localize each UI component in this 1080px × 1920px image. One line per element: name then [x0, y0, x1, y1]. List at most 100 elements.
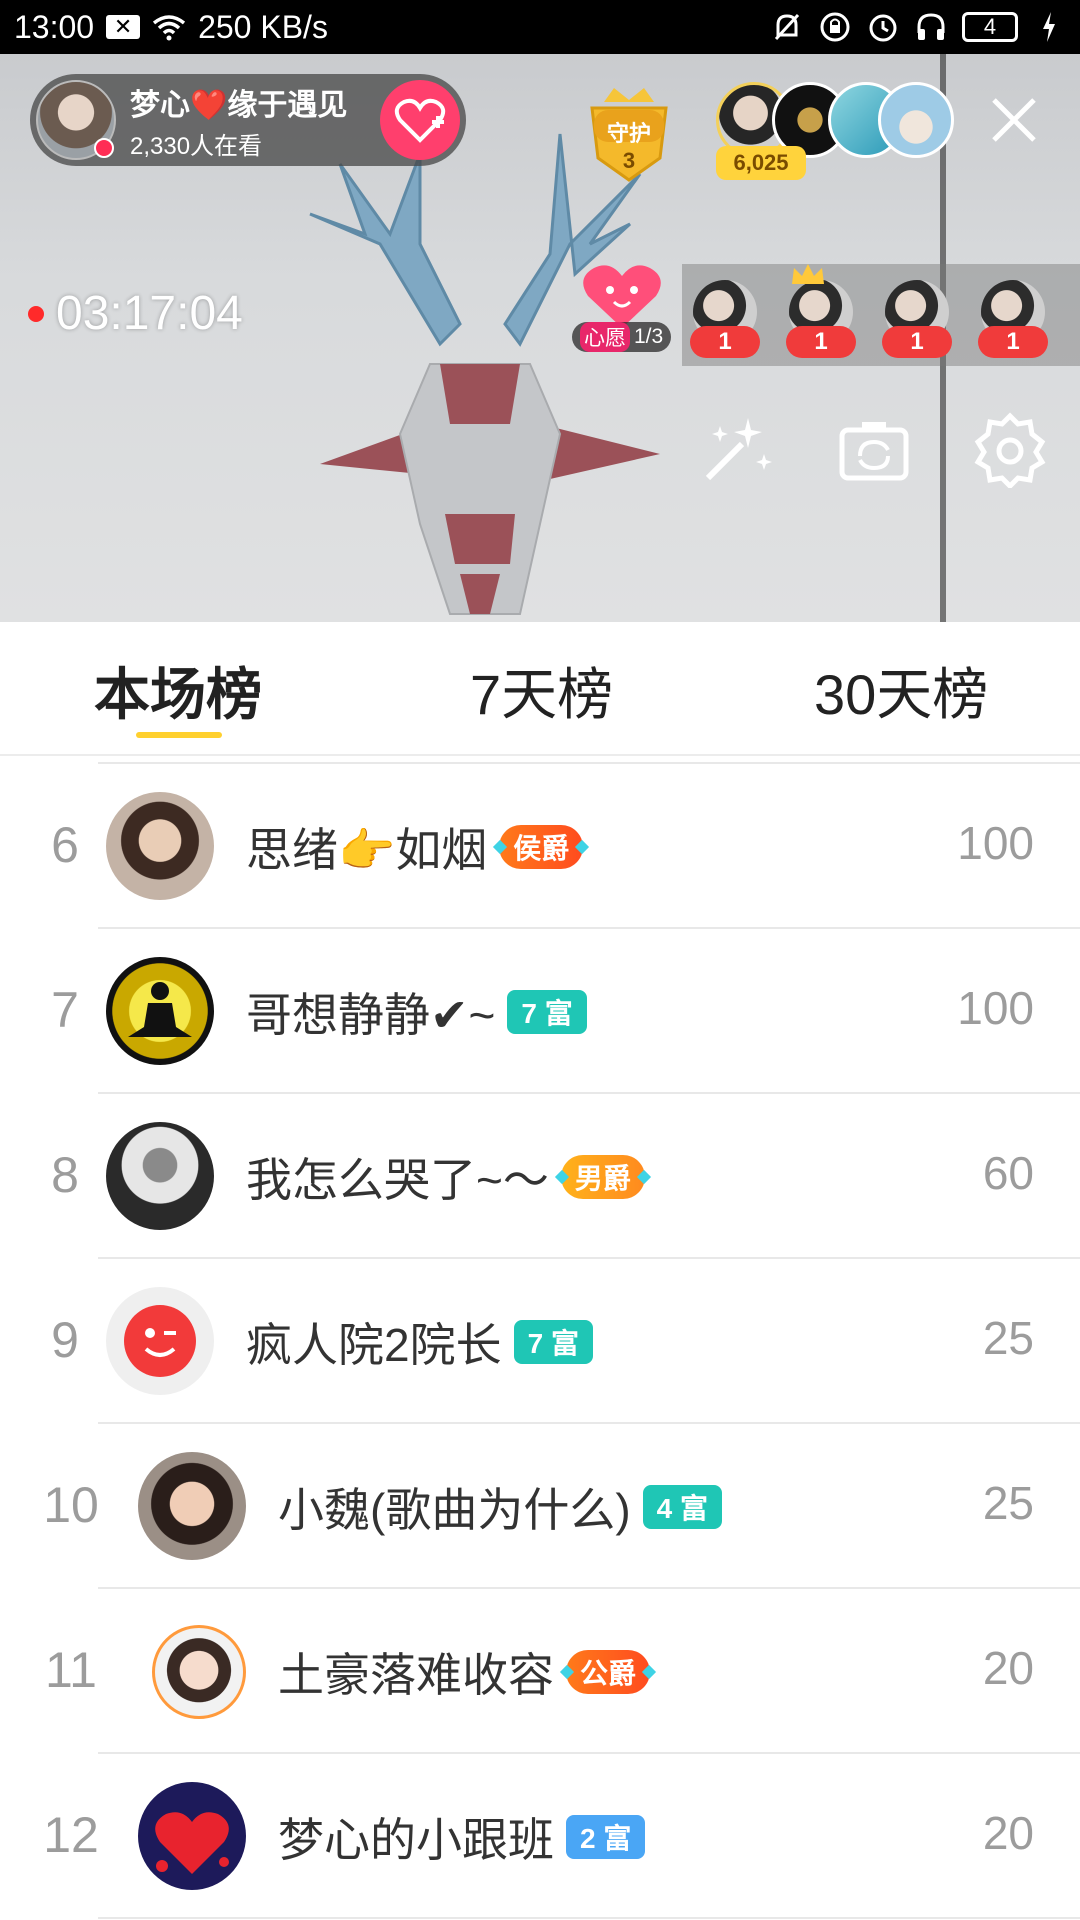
crown-icon: [792, 264, 824, 284]
ranking-list[interactable]: 6 思绪👉如烟 侯爵 100 7 哥想静静✔~ 7 富 100 8 我怎么哭了~…: [0, 756, 1080, 1920]
user-avatar[interactable]: [152, 1625, 246, 1719]
gift-avatar[interactable]: 1: [978, 280, 1048, 364]
headphones-icon: [914, 10, 948, 44]
list-item[interactable]: 12 梦心的小跟班 2 富 20: [0, 1754, 1080, 1919]
gift-count: 1: [690, 326, 760, 358]
audience-count: 6,025: [716, 146, 806, 180]
close-icon[interactable]: [990, 96, 1038, 144]
lock-rotation-icon: [818, 10, 852, 44]
gift-avatar[interactable]: 1: [786, 264, 856, 364]
noble-badge: 男爵: [560, 1155, 645, 1199]
meditation-silhouette-icon: [128, 982, 192, 1037]
wish-widget[interactable]: 心愿 1/3: [572, 260, 672, 356]
user-name-line: 小魏(歌曲为什么) 4 富: [278, 1474, 722, 1540]
wealth-badge: 4 富: [642, 1485, 722, 1529]
user-name: 哥想静静✔~: [246, 989, 496, 1041]
user-name: 小魏(歌曲为什么): [278, 1484, 631, 1536]
heart-plus-icon: [394, 98, 446, 143]
host-text: 梦心❤️缘于遇见 2,330人在看: [130, 80, 347, 161]
gear-icon[interactable]: [972, 412, 1048, 488]
guard-label: 守护: [606, 121, 651, 146]
user-avatar[interactable]: [106, 1122, 214, 1230]
user-name: 思绪👉如烟: [246, 824, 488, 876]
user-name-line: 哥想静静✔~ 7 富: [246, 979, 587, 1045]
wish-label: 心愿 1/3: [572, 322, 672, 352]
live-room-screen: 13:00 ✕ 250 KB/s 4 梦心❤️缘于遇见 2,330人在看 守护 …: [0, 0, 1080, 1920]
gift-avatar[interactable]: 1: [690, 280, 760, 364]
viewer-avatar[interactable]: [878, 82, 954, 158]
score: 20: [982, 1807, 1034, 1859]
score: 60: [982, 1147, 1034, 1199]
list-item[interactable]: 10 小魏(歌曲为什么) 4 富 25: [0, 1424, 1080, 1589]
list-item[interactable]: 9 疯人院2院长 7 富 25: [0, 1259, 1080, 1424]
gift-count: 1: [978, 326, 1048, 358]
top-viewers[interactable]: 6,025: [716, 82, 954, 192]
status-left: 13:00 ✕ 250 KB/s: [14, 9, 328, 46]
heart-avatar-icon: [155, 1812, 229, 1874]
status-time: 13:00: [14, 8, 95, 45]
list-item[interactable]: 11 土豪落难收容 公爵 20: [0, 1589, 1080, 1754]
status-bar: 13:00 ✕ 250 KB/s 4: [0, 0, 1080, 54]
list-item[interactable]: 7 哥想静静✔~ 7 富 100: [0, 929, 1080, 1094]
live-video[interactable]: 梦心❤️缘于遇见 2,330人在看 守护 3 6,025 03:17:04 心愿…: [0, 54, 1080, 622]
score: 100: [957, 982, 1034, 1034]
wink-face-icon: [124, 1305, 196, 1377]
magic-wand-icon[interactable]: [698, 412, 774, 488]
tab-current-session[interactable]: 本场榜: [94, 650, 262, 731]
user-name: 土豪落难收容: [278, 1649, 554, 1701]
gift-count: 1: [786, 326, 856, 358]
wish-progress: 1/3: [634, 325, 664, 348]
alarm-icon: [866, 10, 900, 44]
score: 100: [957, 817, 1034, 869]
user-name-line: 我怎么哭了~〜 男爵: [246, 1144, 645, 1210]
tab-30-days[interactable]: 30天榜: [814, 650, 988, 731]
user-name-line: 思绪👉如烟 侯爵: [246, 814, 584, 880]
user-avatar[interactable]: [106, 792, 214, 900]
host-viewer-count: 2,330人在看: [130, 132, 263, 160]
timer-value: 03:17:04: [56, 287, 243, 340]
score: 25: [982, 1312, 1034, 1364]
guard-count: 3: [622, 148, 636, 173]
notification-x-icon: ✕: [106, 14, 141, 39]
rank-number: 12: [43, 1807, 99, 1863]
list-item[interactable]: 6 思绪👉如烟 侯爵 100: [0, 764, 1080, 929]
user-avatar[interactable]: [106, 957, 214, 1065]
list-item[interactable]: 8 我怎么哭了~〜 男爵 60: [0, 1094, 1080, 1259]
guard-badge[interactable]: 守护 3: [584, 80, 674, 188]
live-indicator: [94, 138, 114, 158]
host-info-pill[interactable]: 梦心❤️缘于遇见 2,330人在看: [30, 74, 466, 166]
wealth-badge: 7 富: [513, 1320, 593, 1364]
tab-7-days[interactable]: 7天榜: [470, 650, 613, 731]
host-avatar[interactable]: [36, 80, 116, 160]
gift-avatar[interactable]: 1: [882, 280, 952, 364]
charging-bolt-icon: [1032, 10, 1066, 44]
wifi-icon: [152, 10, 186, 44]
rank-number: 10: [43, 1477, 99, 1533]
user-avatar[interactable]: [106, 1287, 214, 1395]
host-name: 梦心❤️缘于遇见: [130, 88, 348, 122]
status-right: 4: [770, 10, 1066, 44]
rank-number: 8: [51, 1147, 79, 1203]
user-avatar[interactable]: [138, 1782, 246, 1890]
battery-icon: 4: [962, 12, 1018, 42]
user-name: 疯人院2院长: [246, 1319, 502, 1371]
score: 25: [982, 1477, 1034, 1529]
ranking-tabs: 本场榜 7天榜 30天榜: [0, 622, 1080, 756]
rank-number: 6: [51, 817, 79, 873]
user-avatar[interactable]: [138, 1452, 246, 1560]
wish-text: 心愿: [580, 322, 630, 352]
wealth-badge: 2 富: [566, 1815, 646, 1859]
noble-badge: 公爵: [566, 1650, 651, 1694]
status-net-speed: 250 KB/s: [198, 8, 328, 45]
rank-number: 11: [45, 1642, 97, 1698]
bell-muted-icon: [770, 10, 804, 44]
user-name-line: 土豪落难收容 公爵: [278, 1639, 651, 1705]
wealth-badge: 7 富: [507, 990, 587, 1034]
live-timer: 03:17:04: [28, 286, 243, 341]
rank-number: 9: [51, 1312, 79, 1368]
flip-camera-icon[interactable]: [836, 412, 912, 488]
follow-button[interactable]: [380, 80, 460, 160]
active-tab-underline: [136, 732, 222, 738]
noble-badge: 侯爵: [499, 825, 584, 869]
user-name-line: 梦心的小跟班 2 富: [278, 1804, 646, 1870]
